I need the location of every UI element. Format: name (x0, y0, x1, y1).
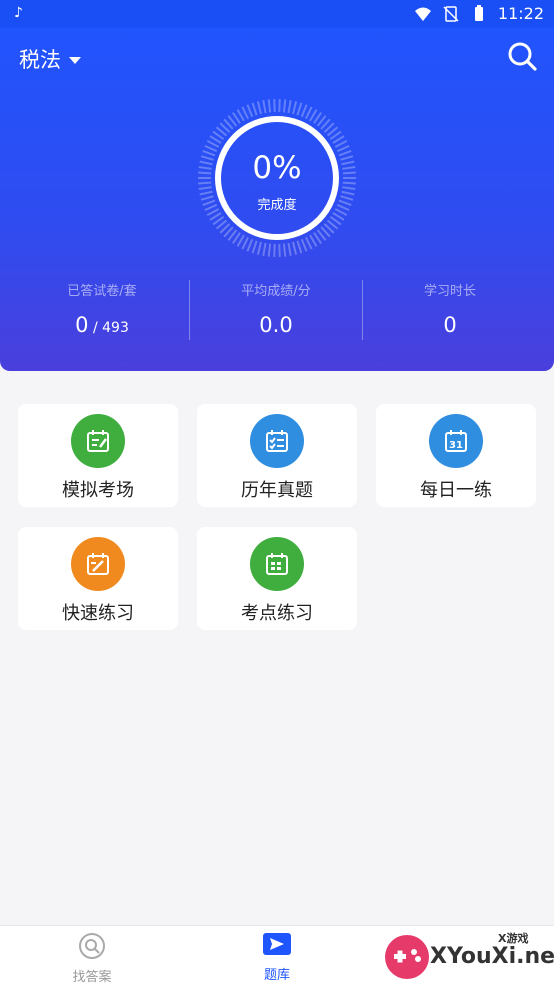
ring-tick (282, 243, 287, 257)
ring-tick (262, 242, 267, 256)
ring-tick (296, 240, 303, 254)
ring-tick (287, 100, 292, 114)
ring-tick (334, 140, 348, 148)
card-quick-practice[interactable]: 快速练习 (18, 527, 178, 630)
status-time: 11:22 (497, 4, 544, 23)
ring-tick (251, 102, 258, 116)
ring-tick (267, 243, 272, 257)
ring-tick (241, 236, 249, 250)
stat-value: 0.0 (259, 313, 293, 337)
battery-icon (474, 4, 483, 21)
nav-label: 题库 (263, 968, 290, 983)
stat-value: 0 / 493 (75, 313, 129, 337)
completion-ring: 0% 完成度 (197, 98, 357, 258)
ring-tick (246, 238, 254, 252)
stat-total: / 493 (88, 320, 129, 336)
checklist-calendar-icon (250, 414, 304, 468)
nav-find-answers[interactable]: 找答案 (42, 932, 142, 985)
ring-tick (287, 242, 292, 256)
ring-tick (246, 104, 254, 118)
ring-tick (282, 99, 287, 113)
ring-tick (300, 238, 308, 252)
ring-tick (305, 106, 313, 120)
ring-tick (241, 106, 249, 120)
card-past-papers[interactable]: 历年真题 (197, 404, 357, 507)
gamepad-logo-icon (385, 935, 429, 979)
bottom-nav: 找答案 题库 X游戏 XYouXi.net (0, 925, 554, 986)
calendar-edit-icon (71, 537, 125, 591)
stats-row: 已答试卷/套 0 / 493 平均成绩/分 0.0 学习时长 0 (0, 278, 554, 342)
ring-tick (267, 99, 272, 113)
search-icon (79, 933, 105, 959)
stat-label: 学习时长 (423, 284, 476, 299)
subject-selector[interactable]: 税法 (19, 44, 81, 74)
stat-duration: 学习时长 0 (358, 278, 542, 337)
nav-label: 找答案 (72, 970, 112, 985)
calendar-31-icon: 31 (429, 414, 483, 468)
ring-tick (342, 186, 356, 190)
tiktok-icon: ♪ (14, 5, 23, 21)
wifi-icon (414, 7, 431, 21)
card-keypoint-practice[interactable]: 考点练习 (197, 527, 357, 630)
ring-tick (305, 236, 313, 250)
card-label: 考点练习 (241, 603, 313, 624)
card-label: 历年真题 (241, 480, 313, 501)
stat-average: 平均成绩/分 0.0 (184, 278, 368, 337)
search-icon[interactable] (506, 40, 538, 72)
top-bar: 税法 (0, 28, 554, 84)
stat-label: 已答试卷/套 (67, 284, 137, 299)
ring-tick (291, 241, 298, 255)
ring-tick (198, 186, 212, 190)
ring-tick (206, 140, 220, 148)
stat-value: 0 (443, 313, 457, 337)
ring-tick (262, 100, 267, 114)
card-label: 模拟考场 (62, 480, 134, 501)
exam-pencil-icon (71, 414, 125, 468)
stat-label: 平均成绩/分 (241, 284, 311, 299)
ring-tick (251, 240, 258, 254)
ring-tick (296, 102, 303, 116)
caret-down-icon (69, 56, 81, 64)
header-panel: ♪ 11:22 税法 0% 完成度 已答试卷/套 0 / 493 平均成绩/分 … (0, 0, 554, 371)
ring-tick (256, 101, 263, 115)
watermark-brand: XYouXi.net (430, 944, 554, 969)
card-mock-exam[interactable]: 模拟考场 (18, 404, 178, 507)
completion-label: 完成度 (257, 198, 297, 213)
nav-question-bank[interactable]: 题库 (227, 932, 327, 983)
subject-label: 税法 (19, 48, 61, 72)
ring-tick (291, 101, 298, 115)
calendar-grid-icon (250, 537, 304, 591)
no-sim-icon (443, 5, 459, 22)
completion-percent: 0% (252, 150, 302, 186)
card-daily-practice[interactable]: 31 每日一练 (376, 404, 536, 507)
watermark-logo: X游戏 XYouXi.net (378, 926, 554, 986)
send-icon (263, 933, 291, 955)
ring-tick (256, 241, 263, 255)
card-label: 每日一练 (420, 480, 492, 501)
status-bar: ♪ 11:22 (0, 0, 554, 28)
card-label: 快速练习 (62, 603, 134, 624)
svg-text:31: 31 (449, 440, 463, 451)
ring-tick (300, 104, 308, 118)
stat-papers: 已答试卷/套 0 / 493 (10, 278, 194, 337)
